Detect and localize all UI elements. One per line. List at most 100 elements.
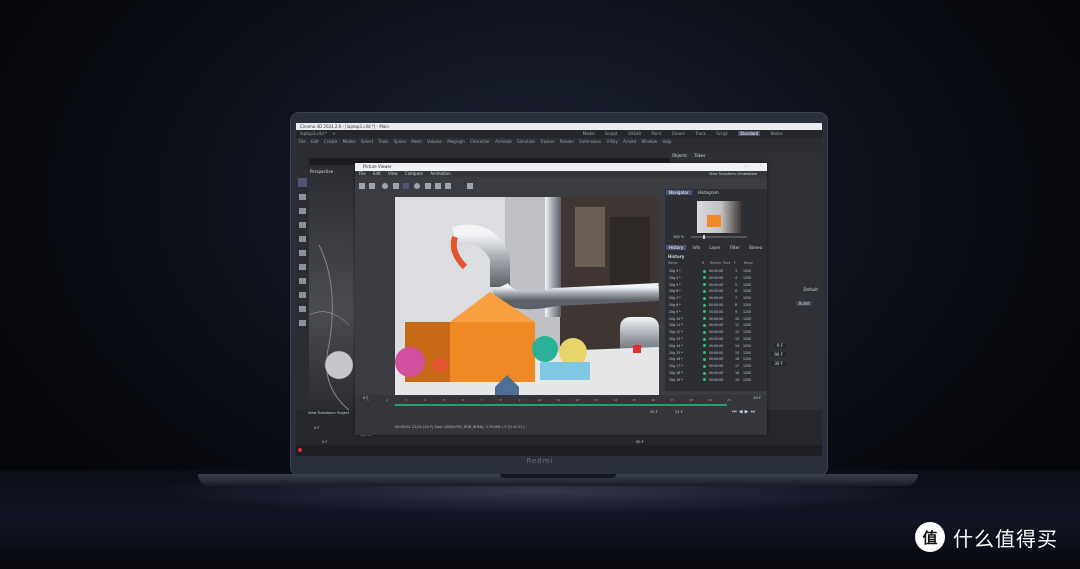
menu-tools[interactable]: Tools xyxy=(378,139,388,144)
history-row[interactable]: 20g 15 * 00:00:00 15 1200 xyxy=(669,350,763,357)
nav-tabs: Navigator Histogram xyxy=(665,189,767,196)
col-r[interactable]: R xyxy=(702,261,704,265)
tab-history[interactable]: History xyxy=(666,245,687,250)
layout-track[interactable]: Track xyxy=(695,131,705,136)
tab-layer[interactable]: Layer xyxy=(706,245,723,250)
pv-menu-edit[interactable]: Edit xyxy=(373,171,381,176)
layer-default[interactable]: Default xyxy=(803,287,818,292)
menu-window[interactable]: Window xyxy=(641,139,657,144)
history-row[interactable]: 20g 11 * 00:00:00 11 1200 xyxy=(669,322,763,329)
frame-end[interactable]: 20 F xyxy=(753,396,761,400)
history-f: 17 xyxy=(735,364,740,369)
history-row[interactable]: 20g 3 * 00:00:00 3 1200 xyxy=(669,268,763,275)
tab-histogram[interactable]: Histogram xyxy=(695,190,722,195)
menu-help[interactable]: Help xyxy=(662,139,671,144)
navigator-thumbnail[interactable] xyxy=(697,201,741,233)
record-icon[interactable] xyxy=(298,448,302,452)
history-row[interactable]: 20g 17 * 00:00:00 17 1200 xyxy=(669,363,763,370)
tl-start[interactable]: 0 F xyxy=(314,426,319,430)
layout-model[interactable]: Model xyxy=(583,131,595,136)
tl-end[interactable]: 90 F xyxy=(636,440,644,444)
frame-field[interactable]: 21 F xyxy=(675,410,683,414)
tl-min[interactable]: 0 F xyxy=(322,440,327,444)
menu-mograph[interactable]: Mograph xyxy=(447,139,465,144)
menu-select[interactable]: Select xyxy=(361,139,373,144)
menu-create[interactable]: Create xyxy=(324,139,337,144)
history-row[interactable]: 20g 4 * 00:00:00 4 1200 xyxy=(669,275,763,282)
menu-simulate[interactable]: Simulate xyxy=(517,139,535,144)
layout-groom[interactable]: Groom xyxy=(672,131,685,136)
layout-standard[interactable]: Standard xyxy=(737,131,761,136)
zoom-slider[interactable] xyxy=(691,234,747,239)
pv-menu-file[interactable]: File xyxy=(359,171,366,176)
render-status-icon xyxy=(703,269,706,273)
history-row[interactable]: 20g 9 * 00:00:00 9 1200 xyxy=(669,309,763,316)
playback-controls[interactable]: ⏮◀▶⏭ xyxy=(732,409,757,415)
tab-navigator[interactable]: Navigator xyxy=(666,190,692,195)
menu-tracker[interactable]: Tracker xyxy=(540,139,554,144)
menu-animate[interactable]: Animate xyxy=(495,139,512,144)
menu-vray[interactable]: V-Ray xyxy=(606,139,617,144)
history-name: 20g 16 * xyxy=(669,357,683,362)
nav-zoom[interactable]: 100 % xyxy=(673,235,684,239)
menu-character[interactable]: Character xyxy=(470,139,490,144)
tab-stereo[interactable]: Stereo xyxy=(746,245,765,250)
pv-menu-compare[interactable]: Compare xyxy=(405,171,423,176)
field-c[interactable]: 30 F xyxy=(771,361,786,366)
menu-modes[interactable]: Modes xyxy=(343,139,356,144)
tab-filter[interactable]: Filter xyxy=(727,245,743,250)
menu-volume[interactable]: Volume xyxy=(427,139,442,144)
tab-objects[interactable]: Objects xyxy=(672,153,687,158)
tab-info[interactable]: Info xyxy=(690,245,704,250)
add-tab-icon[interactable]: + xyxy=(332,131,335,136)
frame-range-bar[interactable] xyxy=(395,404,727,406)
field-b[interactable]: 90 F xyxy=(771,352,786,357)
menu-spline[interactable]: Spline xyxy=(394,139,406,144)
render-image xyxy=(395,197,659,396)
menu-extensions[interactable]: Extensions xyxy=(579,139,601,144)
history-row[interactable]: 20g 6 * 00:00:00 6 1200 xyxy=(669,288,763,295)
frame-current[interactable]: 20 F xyxy=(650,410,658,414)
pv-menu-animation[interactable]: Animation xyxy=(430,171,450,176)
col-render-time[interactable]: Render Time xyxy=(710,261,730,265)
history-row[interactable]: 20g 12 * 00:00:00 12 1200 xyxy=(669,329,763,336)
perspective-viewport[interactable] xyxy=(309,165,357,410)
pv-tool-icons[interactable] xyxy=(355,180,495,192)
col-f[interactable]: F xyxy=(734,261,736,265)
tab-takes[interactable]: Takes xyxy=(694,153,705,158)
maximize-icon[interactable]: □ xyxy=(743,163,748,169)
layout-script[interactable]: Script xyxy=(716,131,728,136)
history-row[interactable]: 20g 16 * 00:00:00 16 1200 xyxy=(669,356,763,363)
window-title: Cinema 4D 2024.2.0 - [laptop3.c4d *] - M… xyxy=(296,123,822,130)
menu-arnold[interactable]: Arnold xyxy=(623,139,636,144)
layout-uvedit[interactable]: UVEdit xyxy=(628,131,641,136)
doc-tab[interactable]: laptop3.c4d * xyxy=(300,131,327,136)
history-row[interactable]: 20g 5 * 00:00:00 5 1200 xyxy=(669,282,763,289)
pv-status-info: 00:00:01 21/21 (20 F) Size: 1280x720, RG… xyxy=(395,425,525,429)
menu-edit[interactable]: Edit xyxy=(311,139,319,144)
history-row[interactable]: 20g 18 * 00:00:00 18 1200 xyxy=(669,370,763,377)
menu-file[interactable]: File xyxy=(299,139,306,144)
tool-icons[interactable] xyxy=(296,158,309,428)
history-row[interactable]: 20g 13 * 00:00:00 13 1200 xyxy=(669,336,763,343)
menu-render[interactable]: Render xyxy=(560,139,574,144)
history-row[interactable]: 20g 19 * 00:00:00 19 1200 xyxy=(669,377,763,384)
col-resol[interactable]: Resol xyxy=(744,261,753,265)
layout-paint[interactable]: Paint xyxy=(651,131,661,136)
layout-sculpt[interactable]: Sculpt xyxy=(605,131,618,136)
history-row[interactable]: 20g 10 * 00:00:00 10 1200 xyxy=(669,316,763,323)
close-icon[interactable]: ✕ xyxy=(759,163,763,169)
menu-mesh[interactable]: Mesh xyxy=(411,139,422,144)
layout-nodes[interactable]: Nodes xyxy=(770,131,783,136)
frame-ruler[interactable]: 1 2 3 4 5 6 7 8 9 10 11 12 13 14 15 16 17 18 19 20 xyxy=(367,398,731,403)
history-f: 7 xyxy=(735,296,738,301)
col-name[interactable]: Name xyxy=(668,261,677,265)
field-a[interactable]: 0 F xyxy=(773,343,786,348)
bullet-button[interactable]: Bullet xyxy=(796,301,812,306)
history-row[interactable]: 20g 8 * 00:00:00 8 1200 xyxy=(669,302,763,309)
history-row[interactable]: 20g 7 * 00:00:00 7 1200 xyxy=(669,295,763,302)
minimize-icon[interactable]: – xyxy=(730,163,733,169)
pv-menu-view[interactable]: View xyxy=(388,171,398,176)
frame-start[interactable]: 0 F xyxy=(363,396,368,400)
history-row[interactable]: 20g 14 * 00:00:00 14 1200 xyxy=(669,343,763,350)
